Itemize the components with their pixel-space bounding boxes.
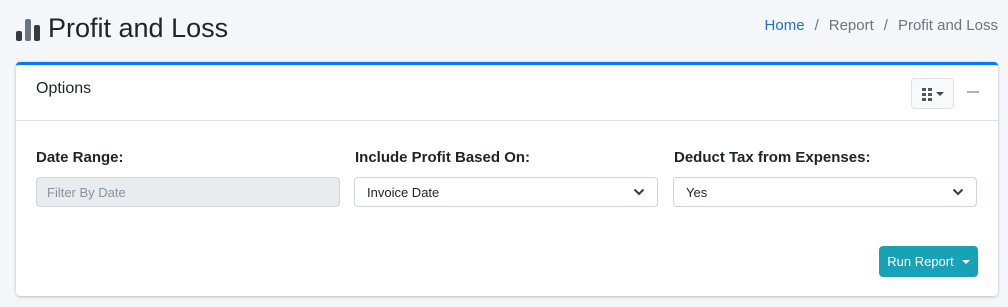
date-range-input[interactable]: [36, 177, 340, 207]
collapse-card-button[interactable]: [967, 91, 979, 93]
breadcrumb-home-link[interactable]: Home: [765, 17, 805, 34]
run-report-label: Run Report: [887, 254, 954, 269]
run-report-button[interactable]: Run Report: [879, 246, 978, 277]
breadcrumb-current: Profit and Loss: [897, 17, 998, 34]
breadcrumb-separator: /: [883, 17, 888, 34]
deduct-tax-select[interactable]: Yes: [673, 177, 977, 207]
page-header: Profit and Loss Home / Report / Profit a…: [0, 0, 1008, 58]
profit-based-on-select[interactable]: Invoice Date: [354, 177, 658, 207]
page-title-group: Profit and Loss: [16, 12, 228, 44]
options-card: Options Date Range: Include Profit Based…: [16, 62, 998, 296]
profit-based-on-label: Include Profit Based On:: [355, 149, 531, 166]
deduct-tax-label: Deduct Tax from Expenses:: [674, 149, 871, 166]
caret-down-icon: [935, 91, 944, 96]
deduct-tax-value: Yes: [686, 184, 708, 200]
breadcrumb: Home / Report / Profit and Loss: [765, 17, 998, 34]
breadcrumb-separator: /: [814, 17, 819, 34]
page: Profit and Loss Home / Report / Profit a…: [0, 0, 1008, 307]
caret-down-icon: [961, 259, 970, 264]
building-grid-icon: [921, 87, 932, 101]
profit-based-on-value: Invoice Date: [367, 184, 440, 200]
chevron-down-icon: [633, 188, 645, 196]
breadcrumb-report: Report: [828, 17, 874, 34]
page-title: Profit and Loss: [48, 13, 229, 43]
bar-chart-icon: [16, 15, 42, 41]
card-title: Options: [36, 80, 92, 97]
chevron-down-icon: [952, 188, 964, 196]
card-header: Options: [16, 65, 998, 121]
date-range-label: Date Range:: [36, 149, 124, 166]
options-dropdown-button[interactable]: [911, 78, 954, 109]
